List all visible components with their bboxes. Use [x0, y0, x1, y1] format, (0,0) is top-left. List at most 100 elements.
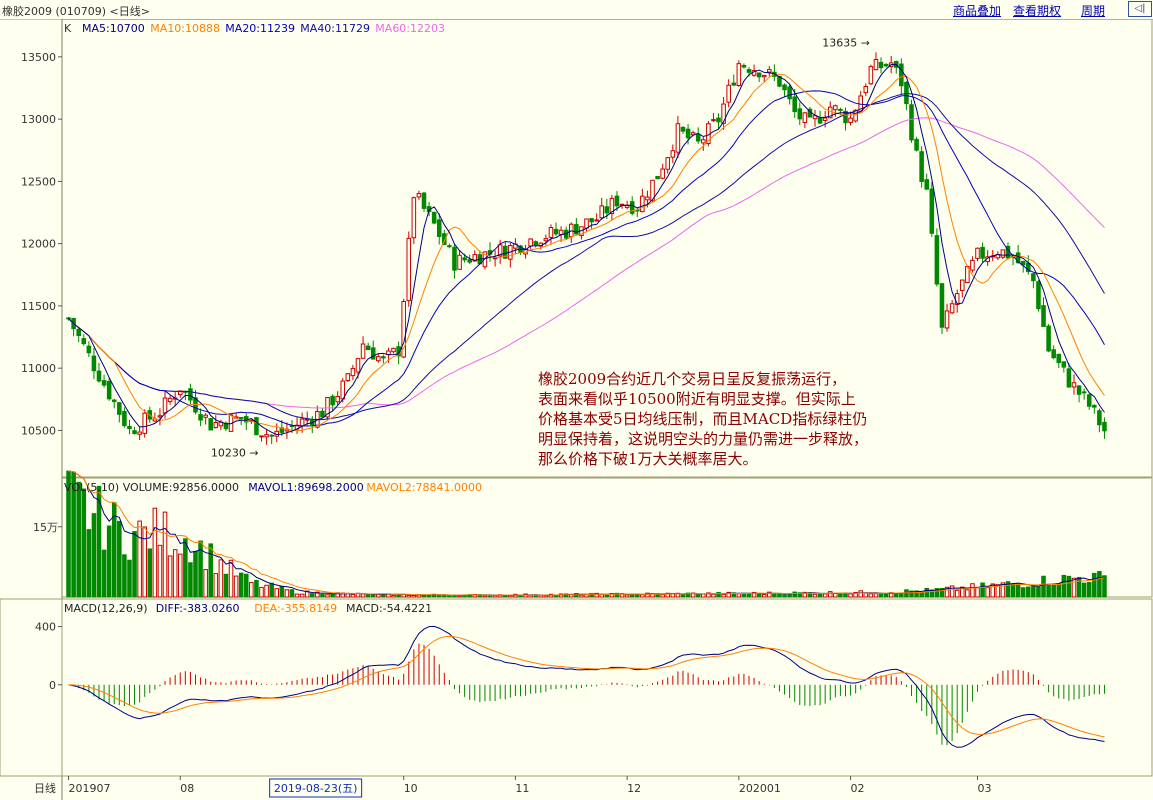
candle-body [731, 82, 737, 86]
volume-bar [1010, 583, 1016, 598]
volume-bar [203, 569, 208, 598]
y-tick-label: 13000 [21, 113, 56, 126]
macd-tick-label: 400 [35, 621, 56, 634]
candle-body [594, 219, 599, 222]
candle-body [761, 74, 767, 78]
candle-body [406, 237, 412, 302]
candle-body [101, 380, 107, 386]
volume-bar [350, 593, 356, 598]
volume-bar [965, 589, 970, 598]
volume-bar [91, 513, 97, 598]
volume-bar [873, 593, 879, 598]
volume-bar [162, 511, 168, 598]
candle-body [91, 355, 97, 372]
volume-bar [508, 595, 513, 598]
candle-body [167, 397, 173, 403]
volume-bar [259, 586, 264, 598]
volume-bar [289, 589, 295, 598]
volume-bar [827, 591, 833, 598]
volume-bar [183, 538, 188, 598]
volume-bar [629, 594, 635, 598]
candle-body [132, 430, 137, 435]
y-tick-label: 10500 [21, 424, 56, 437]
y-tick-label: 11000 [21, 362, 56, 375]
volume-bar [1076, 577, 1082, 598]
volume-bar [579, 594, 584, 598]
volume-bar [838, 593, 843, 598]
candle-body [660, 168, 665, 179]
volume-bar [482, 595, 488, 598]
volume-bar [1086, 582, 1092, 598]
volume-bar [878, 593, 884, 598]
candle-body [111, 399, 117, 403]
volume-bar [325, 594, 330, 598]
macd-legend-1: DIFF:-383.0260 [156, 602, 240, 615]
volume-bar [746, 593, 752, 598]
volume-bar [817, 593, 823, 598]
candle-body [975, 247, 980, 259]
candle-body [264, 434, 269, 438]
candle-body [645, 196, 650, 201]
vol-legend-0: VOL(5,10) VOLUME:92856.0000 [64, 481, 239, 494]
candle-body [919, 151, 924, 182]
volume-bar [660, 594, 665, 598]
candle-body [447, 245, 452, 248]
candle-body [944, 310, 950, 329]
candle-body [86, 345, 92, 354]
volume-bar [721, 593, 726, 598]
volume-bar [330, 593, 335, 598]
crosshair-date: 2019-08-23(五) [274, 782, 358, 795]
volume-bar [122, 554, 127, 598]
volume-bar [193, 550, 198, 598]
candle-body [584, 218, 589, 229]
candle-body [436, 219, 442, 237]
candle-body [924, 179, 930, 190]
candle-body [416, 193, 422, 198]
volume-bar [736, 593, 742, 598]
volume-bar [376, 593, 381, 598]
volume-bar [274, 588, 280, 598]
candle-body [614, 195, 620, 207]
ma60-line [68, 117, 1105, 409]
x-tick-label: 02 [851, 782, 865, 795]
volume-bar [147, 548, 153, 598]
y-tick-label: 11500 [21, 300, 56, 313]
candle-body [467, 259, 472, 263]
ma-legend-3: MA40:11729 [300, 22, 370, 35]
volume-bar [406, 594, 412, 598]
overlay-commodity-link[interactable]: 商品叠加 [953, 2, 1001, 19]
candle-body [797, 108, 803, 120]
volume-bar [264, 584, 269, 598]
candle-body [548, 226, 554, 238]
ma-legend-4: MA60:12203 [375, 22, 445, 35]
volume-bar [157, 544, 163, 598]
macd-panel-frame [61, 598, 1153, 777]
volume-bar [985, 587, 990, 598]
period-link[interactable]: 周期 [1081, 2, 1105, 19]
candle-body [670, 150, 676, 158]
y-tick-label: 12000 [21, 238, 56, 251]
candle-body [345, 373, 351, 382]
high-annotation: 13635 → [822, 36, 870, 49]
volume-bar [711, 593, 716, 598]
candle-body [929, 188, 935, 234]
annotation-line-2: 表面来看似乎10500附近有明显支撑。但实际上 [538, 390, 856, 408]
candle-body [213, 422, 219, 428]
view-options-link[interactable]: 查看期权 [1013, 2, 1061, 19]
volume-bar [294, 593, 300, 598]
candle-body [1076, 385, 1082, 395]
macd-legend-0: MACD(12,26,9) [64, 602, 148, 615]
volume-bar [1097, 570, 1102, 598]
volume-bar [492, 595, 498, 598]
volume-bar [279, 585, 285, 598]
x-tick-label: 11 [515, 782, 529, 795]
candle-body [1086, 394, 1092, 407]
volume-bar [127, 559, 132, 598]
volume-bar [76, 481, 81, 598]
volume-bar [954, 589, 960, 598]
arrow-left-box-icon[interactable]: ◁| [1128, 1, 1152, 17]
volume-bar [213, 573, 219, 598]
volume-bar [975, 586, 980, 598]
macd-tick-label: 0 [49, 679, 56, 692]
candle-body [299, 418, 305, 427]
